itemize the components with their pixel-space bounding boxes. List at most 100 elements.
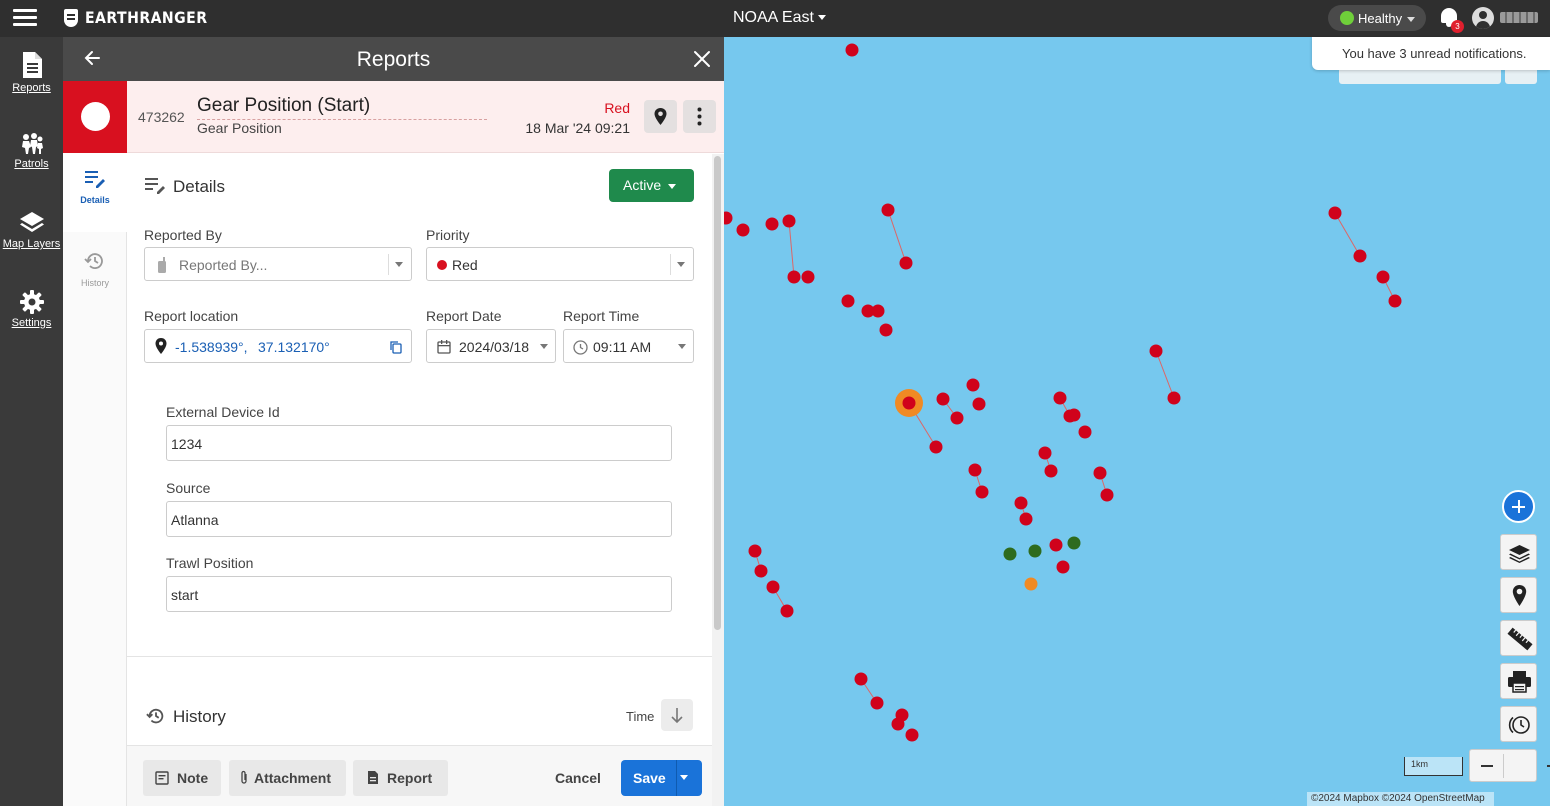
scrollbar-thumb[interactable]: [714, 156, 721, 630]
zoom-in-button[interactable]: [1504, 750, 1550, 783]
report-type: Gear Position: [197, 120, 282, 136]
report-marker-red[interactable]: [1078, 425, 1092, 439]
zoom-out-button[interactable]: [1470, 750, 1503, 783]
report-marker-red[interactable]: [1014, 496, 1028, 510]
report-marker-red[interactable]: [929, 440, 943, 454]
report-marker-red[interactable]: [1044, 464, 1058, 478]
report-marker-red[interactable]: [854, 672, 868, 686]
report-marker-red[interactable]: [754, 564, 768, 578]
subnav-history[interactable]: History: [63, 234, 127, 310]
report-marker-red[interactable]: [780, 604, 794, 618]
map-selector[interactable]: NOAA East: [733, 9, 826, 27]
report-marker-red[interactable]: [1100, 488, 1114, 502]
report-marker-red[interactable]: [1053, 391, 1067, 405]
map-canvas[interactable]: [724, 37, 1550, 806]
hamburger-menu-icon[interactable]: [13, 9, 37, 27]
map-location-button[interactable]: [1500, 577, 1537, 613]
nav-item-settings[interactable]: Settings: [0, 290, 63, 329]
copy-icon[interactable]: [390, 341, 402, 354]
save-options-chevron-icon[interactable]: [680, 775, 688, 780]
report-title[interactable]: Gear Position (Start): [197, 95, 487, 120]
report-marker-orange[interactable]: [1024, 577, 1038, 591]
report-marker-red[interactable]: [966, 378, 980, 392]
health-status-button[interactable]: Healthy: [1328, 5, 1426, 31]
nav-item-map-layers[interactable]: Map Layers: [0, 211, 63, 250]
report-marker-green[interactable]: [1067, 536, 1081, 550]
report-marker-red[interactable]: [1093, 466, 1107, 480]
report-marker-red[interactable]: [902, 396, 916, 410]
report-marker-green[interactable]: [1003, 547, 1017, 561]
nav-item-patrols[interactable]: Patrols: [0, 133, 63, 170]
report-marker-red[interactable]: [765, 217, 779, 231]
report-marker-red[interactable]: [766, 580, 780, 594]
user-avatar-icon[interactable]: [1472, 7, 1494, 29]
report-marker-red[interactable]: [950, 411, 964, 425]
report-marker-red[interactable]: [1038, 446, 1052, 460]
report-marker-red[interactable]: [841, 294, 855, 308]
report-time-field[interactable]: 09:11 AM: [563, 329, 694, 363]
report-marker-red[interactable]: [782, 214, 796, 228]
cancel-button[interactable]: Cancel: [555, 770, 601, 786]
report-marker-green[interactable]: [1028, 544, 1042, 558]
history-section-title: History: [173, 707, 226, 726]
notification-toast[interactable]: You have 3 unread notifications.: [1312, 37, 1550, 70]
priority-select[interactable]: Red: [426, 247, 694, 281]
report-marker-red[interactable]: [1376, 270, 1390, 284]
report-marker-red[interactable]: [1328, 206, 1342, 220]
map-timeslider-button[interactable]: [1500, 706, 1537, 742]
map-ruler-button[interactable]: [1500, 620, 1537, 656]
report-marker-red[interactable]: [899, 256, 913, 270]
save-button[interactable]: Save: [621, 760, 702, 796]
report-marker-red[interactable]: [968, 463, 982, 477]
report-marker-red[interactable]: [905, 728, 919, 742]
report-marker-red[interactable]: [871, 304, 885, 318]
report-marker-red[interactable]: [891, 717, 905, 731]
report-marker-red[interactable]: [975, 485, 989, 499]
more-options-button[interactable]: [683, 100, 716, 133]
report-location-field[interactable]: -1.538939°, 37.132170°: [144, 329, 412, 363]
map-layers-button[interactable]: [1500, 534, 1537, 570]
report-marker-red[interactable]: [736, 223, 750, 237]
brand-logo[interactable]: EARTHRANGER: [64, 8, 224, 27]
report-marker-red[interactable]: [1049, 538, 1063, 552]
map-attribution[interactable]: ©2024 Mapbox ©2024 OpenStreetMap: [1307, 792, 1494, 806]
report-marker-red[interactable]: [879, 323, 893, 337]
report-marker-red[interactable]: [1167, 391, 1181, 405]
add-attachment-button[interactable]: Attachment: [229, 760, 346, 796]
map-markers-layer[interactable]: [724, 37, 1550, 806]
report-marker-red[interactable]: [936, 392, 950, 406]
report-marker-red[interactable]: [801, 270, 815, 284]
notifications-bell-icon[interactable]: 3: [1439, 6, 1464, 33]
report-marker-red[interactable]: [1056, 560, 1070, 574]
add-report-button[interactable]: Report: [353, 760, 448, 796]
report-marker-red[interactable]: [972, 397, 986, 411]
report-marker-red[interactable]: [881, 203, 895, 217]
close-icon[interactable]: [693, 50, 711, 68]
external-device-id-input[interactable]: 1234: [166, 425, 672, 461]
add-note-button[interactable]: Note: [143, 760, 221, 796]
source-input[interactable]: Atlanna: [166, 501, 672, 537]
history-sort-button[interactable]: [661, 699, 693, 731]
report-date-field[interactable]: 2024/03/18: [426, 329, 556, 363]
report-marker-red[interactable]: [1149, 344, 1163, 358]
panel-scrollbar[interactable]: [712, 154, 724, 806]
report-marker-red[interactable]: [1388, 294, 1402, 308]
locate-button[interactable]: [644, 100, 677, 133]
subnav-details[interactable]: Details: [63, 154, 127, 232]
report-marker-red[interactable]: [1353, 249, 1367, 263]
report-marker-red[interactable]: [748, 544, 762, 558]
add-report-fab[interactable]: [1502, 490, 1535, 523]
map-print-button[interactable]: [1500, 663, 1537, 699]
report-marker-red[interactable]: [787, 270, 801, 284]
status-dropdown-button[interactable]: Active: [609, 169, 694, 202]
gear-icon: [19, 290, 44, 314]
report-marker-red[interactable]: [870, 696, 884, 710]
nav-item-reports[interactable]: Reports: [0, 51, 63, 94]
reported-by-select[interactable]: Reported By...: [144, 247, 412, 281]
report-marker-red[interactable]: [1019, 512, 1033, 526]
report-marker-red[interactable]: [1063, 409, 1077, 423]
trawl-position-input[interactable]: start: [166, 576, 672, 612]
report-marker-red[interactable]: [845, 43, 859, 57]
report-marker-red[interactable]: [724, 211, 733, 225]
username-redacted[interactable]: [1500, 12, 1538, 23]
